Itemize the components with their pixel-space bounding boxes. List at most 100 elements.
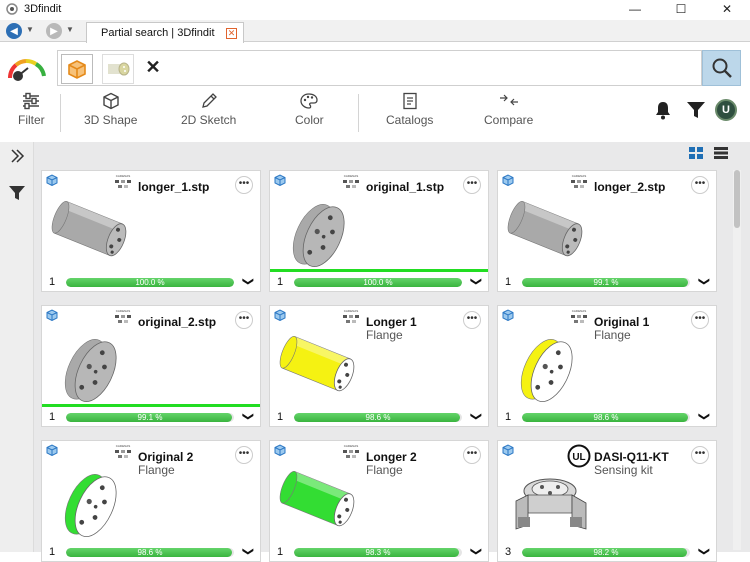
more-options-button[interactable]: ••• [463, 446, 481, 464]
card-title[interactable]: longer_2.stp [594, 180, 665, 194]
match-count: 1 [277, 411, 284, 423]
result-card[interactable]: CADENAS longer_2.stp ••• 1 99.1 % ❯ [497, 170, 717, 292]
card-title[interactable]: longer_1.stp [138, 180, 209, 194]
2d-sketch-tool-button[interactable]: 2D Sketch [181, 92, 236, 127]
back-dropdown-icon[interactable]: ▼ [26, 25, 34, 34]
forward-button[interactable]: ▶ [46, 23, 62, 39]
expand-sidebar-icon[interactable] [9, 148, 25, 164]
card-subtitle: Flange [366, 463, 403, 477]
minimize-button[interactable]: — [612, 0, 658, 18]
similarity-percent: 100.0 % [135, 278, 165, 287]
catalog-icon [403, 92, 417, 110]
color-tool-button[interactable]: Color [295, 92, 324, 127]
card-title[interactable]: original_1.stp [366, 180, 444, 194]
more-options-button[interactable]: ••• [463, 311, 481, 329]
result-card[interactable]: CADENAS Original 2 Flange ••• 1 98.6 % ❯ [41, 440, 261, 562]
card-title[interactable]: DASI-Q11-KT [594, 450, 669, 464]
expand-chevron-icon[interactable]: ❯ [698, 277, 711, 286]
result-card[interactable]: UL DASI-Q11-KT Sensing kit ••• 3 98.2 % … [497, 440, 717, 562]
logo-text: CADENAS [571, 309, 587, 313]
expand-chevron-icon[interactable]: ❯ [470, 277, 483, 286]
part-thumbnail[interactable] [278, 455, 362, 545]
catalogs-tool-button[interactable]: Catalogs [386, 92, 433, 127]
part-thumbnail[interactable] [506, 320, 590, 410]
more-options-button[interactable]: ••• [235, 446, 253, 464]
card-title[interactable]: Original 1 [594, 315, 649, 329]
search-input[interactable]: ✕ [57, 50, 702, 86]
part-thumbnail[interactable] [278, 185, 362, 275]
search-chip-part[interactable] [102, 54, 134, 84]
vertical-scrollbar[interactable] [733, 170, 741, 550]
match-count: 1 [49, 276, 56, 288]
grid-view-icon[interactable] [689, 147, 703, 159]
card-title[interactable]: Longer 1 [366, 315, 417, 329]
more-options-button[interactable]: ••• [691, 176, 709, 194]
more-options-button[interactable]: ••• [235, 176, 253, 194]
part-thumbnail[interactable] [50, 185, 134, 275]
more-options-button[interactable]: ••• [235, 311, 253, 329]
scrollbar-thumb[interactable] [734, 170, 740, 228]
match-count: 1 [505, 276, 512, 288]
card-title[interactable]: original_2.stp [138, 315, 216, 329]
title-bar: 3Dfindit — ☐ ✕ [0, 0, 750, 18]
tab-close-icon[interactable]: ✕ [226, 28, 237, 39]
match-count: 1 [49, 411, 56, 423]
clear-search-icon[interactable]: ✕ [144, 57, 162, 79]
back-button[interactable]: ◀ [6, 23, 22, 39]
similarity-bar: 98.6 % [66, 548, 234, 557]
result-card[interactable]: CADENAS Original 1 Flange ••• 1 98.6 % ❯ [497, 305, 717, 427]
tab-partial-search[interactable]: Partial search | 3Dfindit ✕ [86, 22, 244, 43]
left-sidebar [0, 142, 34, 552]
3d-shape-tool-button[interactable]: 3D Shape [84, 92, 137, 127]
forward-dropdown-icon[interactable]: ▼ [66, 25, 74, 34]
list-view-icon[interactable] [714, 147, 728, 159]
card-footer: 1 98.6 % ❯ [498, 408, 716, 426]
user-avatar[interactable]: U [715, 99, 737, 121]
expand-chevron-icon[interactable]: ❯ [242, 412, 255, 421]
close-button[interactable]: ✕ [704, 0, 750, 18]
result-card[interactable]: CADENAS original_2.stp ••• 1 99.1 % ❯ [41, 305, 261, 427]
logo-text: CADENAS [115, 444, 131, 448]
card-title[interactable]: Original 2 [138, 450, 193, 464]
filter-tool-button[interactable]: Filter [18, 92, 45, 127]
similarity-percent: 99.1 % [137, 413, 163, 422]
result-card[interactable]: CADENAS longer_1.stp ••• 1 100.0 % ❯ [41, 170, 261, 292]
expand-chevron-icon[interactable]: ❯ [242, 277, 255, 286]
compare-tool-button[interactable]: Compare [484, 92, 533, 127]
maximize-button[interactable]: ☐ [658, 0, 704, 18]
expand-chevron-icon[interactable]: ❯ [470, 412, 483, 421]
filter-funnel-icon[interactable] [686, 100, 706, 120]
compare-label: Compare [484, 113, 534, 127]
search-button[interactable] [702, 50, 741, 86]
result-card[interactable]: CADENAS original_1.stp ••• 1 100.0 % ❯ [269, 170, 489, 292]
notification-bell-icon[interactable] [654, 100, 672, 120]
similarity-bar: 100.0 % [294, 278, 462, 287]
gauge-icon[interactable] [6, 56, 48, 82]
more-options-button[interactable]: ••• [463, 176, 481, 194]
card-footer: 1 99.1 % ❯ [498, 273, 716, 291]
similarity-bar: 98.6 % [522, 413, 690, 422]
part-thumbnail[interactable] [50, 320, 134, 410]
match-count: 1 [505, 411, 512, 423]
match-count: 3 [505, 546, 512, 558]
part-thumbnail[interactable] [506, 185, 590, 275]
3d-shape-label: 3D Shape [84, 113, 138, 127]
sidebar-filter-icon[interactable] [8, 184, 26, 202]
part-thumbnail[interactable] [278, 320, 362, 410]
tab-label: Partial search | 3Dfindit [101, 27, 215, 39]
similarity-percent: 98.6 % [365, 413, 391, 422]
more-options-button[interactable]: ••• [691, 446, 709, 464]
card-subtitle: Flange [138, 463, 175, 477]
similarity-percent: 99.1 % [593, 278, 619, 287]
selection-indicator [42, 404, 260, 407]
card-title[interactable]: Longer 2 [366, 450, 417, 464]
part-thumbnail[interactable] [50, 455, 134, 545]
result-card[interactable]: CADENAS Longer 1 Flange ••• 1 98.6 % ❯ [269, 305, 489, 427]
more-options-button[interactable]: ••• [691, 311, 709, 329]
result-card[interactable]: CADENAS Longer 2 Flange ••• 1 98.3 % ❯ [269, 440, 489, 562]
search-chip-3d-shape[interactable] [61, 54, 93, 84]
part-thumbnail[interactable] [506, 455, 590, 545]
expand-chevron-icon[interactable]: ❯ [698, 412, 711, 421]
catalogs-label: Catalogs [386, 113, 434, 127]
match-count: 1 [277, 546, 284, 558]
